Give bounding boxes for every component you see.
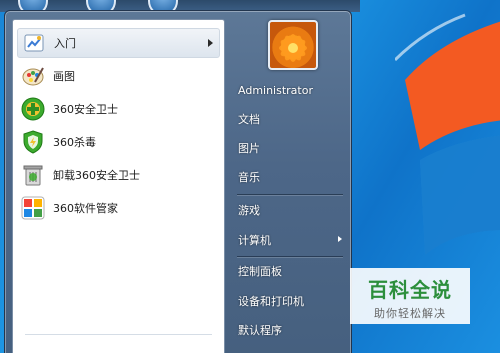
watermark: 百科全说 助你轻松解决: [350, 268, 470, 324]
right-item-music[interactable]: 音乐: [235, 166, 350, 188]
right-item-default-programs[interactable]: 默认程序: [235, 319, 350, 341]
submenu-arrow-icon: [338, 236, 342, 242]
right-item-label: 设备和打印机: [238, 295, 304, 308]
program-label: 360软件管家: [53, 202, 118, 215]
right-item-label: 控制面板: [238, 265, 282, 278]
start-menu: 入门 画图 360安全卫士 360杀毒 卸载360安全卫士 360软件管家 Ad…: [4, 10, 352, 353]
right-item-devices-printers[interactable]: 设备和打印机: [235, 290, 350, 312]
getting-started-icon: [21, 30, 47, 56]
watermark-title: 百科全说: [368, 278, 452, 302]
programs-pane: 入门 画图 360安全卫士 360杀毒 卸载360安全卫士 360软件管家: [12, 19, 225, 353]
desktop: 入门 画图 360安全卫士 360杀毒 卸载360安全卫士 360软件管家 Ad…: [0, 0, 500, 353]
submenu-arrow-icon: [208, 39, 213, 47]
right-item-pictures[interactable]: 图片: [235, 137, 350, 159]
user-name-link[interactable]: Administrator: [235, 79, 350, 101]
windows-logo: [395, 13, 500, 255]
360-safeguard-icon: [20, 96, 46, 122]
program-item-360-antivirus[interactable]: 360杀毒: [17, 127, 220, 157]
program-label: 卸载360安全卫士: [53, 169, 140, 182]
right-pane-separator: [237, 256, 343, 257]
watermark-subtitle: 助你轻松解决: [374, 307, 446, 320]
right-item-label: 音乐: [238, 171, 260, 184]
program-label: 画图: [53, 70, 75, 83]
program-label: 360安全卫士: [53, 103, 118, 116]
right-pane-separator: [237, 194, 343, 195]
360-antivirus-icon: [20, 129, 46, 155]
right-item-label: 游戏: [238, 204, 260, 217]
flower-icon: [279, 34, 307, 62]
right-item-documents[interactable]: 文档: [235, 108, 350, 130]
right-item-label: 计算机: [238, 234, 271, 247]
user-name-label: Administrator: [238, 83, 313, 97]
right-item-computer[interactable]: 计算机: [235, 229, 350, 251]
right-item-label: 默认程序: [238, 324, 282, 337]
uninstall-icon: [20, 162, 46, 188]
programs-divider: [25, 334, 212, 335]
program-item-getting-started[interactable]: 入门: [17, 28, 220, 58]
360-software-manager-icon: [20, 195, 46, 221]
program-item-paint[interactable]: 画图: [17, 61, 220, 91]
program-item-uninstall-360[interactable]: 卸载360安全卫士: [17, 160, 220, 190]
program-item-360-software-manager[interactable]: 360软件管家: [17, 193, 220, 223]
right-item-control-panel[interactable]: 控制面板: [235, 260, 350, 282]
right-item-label: 图片: [238, 142, 260, 155]
program-label: 入门: [54, 37, 76, 50]
right-item-label: 文档: [238, 113, 260, 126]
program-label: 360杀毒: [53, 136, 96, 149]
right-item-games[interactable]: 游戏: [235, 199, 350, 221]
paint-icon: [20, 63, 46, 89]
user-avatar[interactable]: [268, 20, 318, 70]
program-item-360-safeguard[interactable]: 360安全卫士: [17, 94, 220, 124]
